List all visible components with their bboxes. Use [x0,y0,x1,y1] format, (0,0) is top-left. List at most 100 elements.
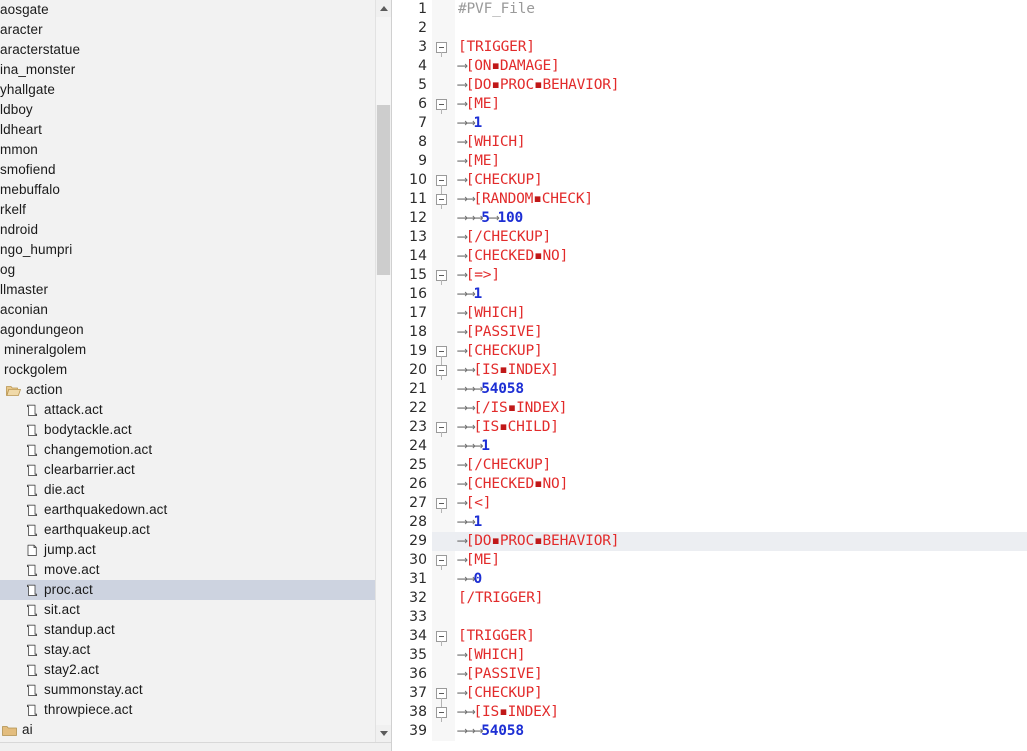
code-line[interactable]: 24 ⟶⟶⟶1 [392,437,1027,456]
code-line[interactable]: 9 ⟶[ME] [392,152,1027,171]
fold-margin[interactable] [432,209,455,228]
code-line[interactable]: 14 ⟶[CHECKED▪NO] [392,247,1027,266]
fold-margin[interactable] [432,475,455,494]
tree-item[interactable]: aconian [0,300,376,320]
tree-item[interactable]: earthquakeup.act [0,520,376,540]
code-line[interactable]: 18 ⟶[PASSIVE] [392,323,1027,342]
code-line[interactable]: 6 ⟶[ME] [392,95,1027,114]
code-line-content[interactable]: ⟶[CHECKED▪NO] [455,475,1027,494]
fold-margin[interactable] [432,323,455,342]
fold-margin[interactable] [432,684,455,703]
fold-margin[interactable] [432,722,455,741]
code-line[interactable]: 12 ⟶⟶⟶5⟶100 [392,209,1027,228]
code-line[interactable]: 5 ⟶[DO▪PROC▪BEHAVIOR] [392,76,1027,95]
tree-item[interactable]: aracterstatue [0,40,376,60]
code-line-content[interactable]: ⟶[ON▪DAMAGE] [455,57,1027,76]
tree-item-folder[interactable]: ai [0,720,376,740]
code-line-content[interactable]: ⟶[<] [455,494,1027,513]
tree-item[interactable]: ldboy [0,100,376,120]
tree-item[interactable]: jump.act [0,540,376,560]
code-line[interactable]: 11 ⟶⟶[RANDOM▪CHECK] [392,190,1027,209]
fold-margin[interactable] [432,114,455,133]
fold-margin[interactable] [432,266,455,285]
code-line-content[interactable]: ⟶⟶0 [455,570,1027,589]
tree-item[interactable]: rkelf [0,200,376,220]
tree-item[interactable]: aracter [0,20,376,40]
tree-item[interactable]: llmaster [0,280,376,300]
code-line-content[interactable]: ⟶[PASSIVE] [455,665,1027,684]
file-tree-vertical-scrollbar[interactable] [375,0,391,742]
tree-item[interactable]: ngo_humpri [0,240,376,260]
tree-item[interactable]: yhallgate [0,80,376,100]
fold-margin[interactable] [432,627,455,646]
code-line[interactable]: 7 ⟶⟶1 [392,114,1027,133]
code-line-content[interactable]: ⟶[ME] [455,551,1027,570]
code-line[interactable]: 13 ⟶[/CHECKUP] [392,228,1027,247]
fold-margin[interactable] [432,171,455,190]
code-line[interactable]: 36 ⟶[PASSIVE] [392,665,1027,684]
code-line[interactable]: 17 ⟶[WHICH] [392,304,1027,323]
fold-margin[interactable] [432,570,455,589]
fold-margin[interactable] [432,133,455,152]
tree-item[interactable]: die.act [0,480,376,500]
code-line-content[interactable]: ⟶⟶1 [455,513,1027,532]
fold-margin[interactable] [432,0,455,19]
fold-margin[interactable] [432,513,455,532]
tree-item[interactable]: ldheart [0,120,376,140]
fold-margin[interactable] [432,437,455,456]
fold-margin[interactable] [432,190,455,209]
code-line[interactable]: 23 ⟶⟶[IS▪CHILD] [392,418,1027,437]
code-line[interactable]: 35 ⟶[WHICH] [392,646,1027,665]
tree-item[interactable]: summonstay.act [0,680,376,700]
code-line[interactable]: 39 ⟶⟶⟶54058 [392,722,1027,741]
code-line[interactable]: 38 ⟶⟶[IS▪INDEX] [392,703,1027,722]
code-line-content[interactable]: ⟶[ME] [455,95,1027,114]
tree-item[interactable]: smofiend [0,160,376,180]
code-line[interactable]: 28 ⟶⟶1 [392,513,1027,532]
scrollbar-up-button[interactable] [376,0,391,17]
code-line[interactable]: 30 ⟶[ME] [392,551,1027,570]
fold-margin[interactable] [432,247,455,266]
fold-margin[interactable] [432,665,455,684]
tree-item[interactable]: stay.act [0,640,376,660]
code-line-content[interactable]: ⟶[=>] [455,266,1027,285]
code-line-content[interactable]: #PVF_File [455,0,1027,19]
code-line-content[interactable]: ⟶⟶[/IS▪INDEX] [455,399,1027,418]
code-line-content[interactable]: [/TRIGGER] [455,589,1027,608]
tree-item[interactable]: standup.act [0,620,376,640]
fold-margin[interactable] [432,19,455,38]
scrollbar-track-lower[interactable] [376,275,391,725]
code-line[interactable]: 15 ⟶[=>] [392,266,1027,285]
code-line-content[interactable]: ⟶⟶⟶1 [455,437,1027,456]
fold-margin[interactable] [432,589,455,608]
code-line-content[interactable]: ⟶⟶⟶54058 [455,722,1027,741]
fold-margin[interactable] [432,38,455,57]
tree-item[interactable]: mmon [0,140,376,160]
code-line-content[interactable]: ⟶[WHICH] [455,304,1027,323]
code-line-content[interactable]: ⟶⟶1 [455,114,1027,133]
code-line-content[interactable]: ⟶⟶[IS▪INDEX] [455,703,1027,722]
tree-item[interactable]: sit.act [0,600,376,620]
tree-item[interactable]: throwpiece.act [0,700,376,720]
code-line[interactable]: 16 ⟶⟶1 [392,285,1027,304]
tree-item[interactable]: og [0,260,376,280]
scrollbar-track-upper[interactable] [376,17,391,105]
tree-item[interactable]: bodytackle.act [0,420,376,440]
fold-margin[interactable] [432,456,455,475]
tree-item[interactable]: agondungeon [0,320,376,340]
code-line-content[interactable]: ⟶[PASSIVE] [455,323,1027,342]
code-line[interactable]: 3 [TRIGGER] [392,38,1027,57]
fold-margin[interactable] [432,399,455,418]
code-line[interactable]: 20 ⟶⟶[IS▪INDEX] [392,361,1027,380]
code-line[interactable]: 37 ⟶[CHECKUP] [392,684,1027,703]
fold-margin[interactable] [432,304,455,323]
fold-margin[interactable] [432,152,455,171]
tree-item[interactable]: aosgate [0,0,376,20]
code-line-content[interactable] [455,19,1027,38]
code-line-content[interactable]: ⟶[ME] [455,152,1027,171]
tree-item[interactable]: rockgolem [0,360,376,380]
code-line-content[interactable]: ⟶[CHECKUP] [455,171,1027,190]
fold-margin[interactable] [432,76,455,95]
code-line[interactable]: 25 ⟶[/CHECKUP] [392,456,1027,475]
code-line[interactable]: 27 ⟶[<] [392,494,1027,513]
